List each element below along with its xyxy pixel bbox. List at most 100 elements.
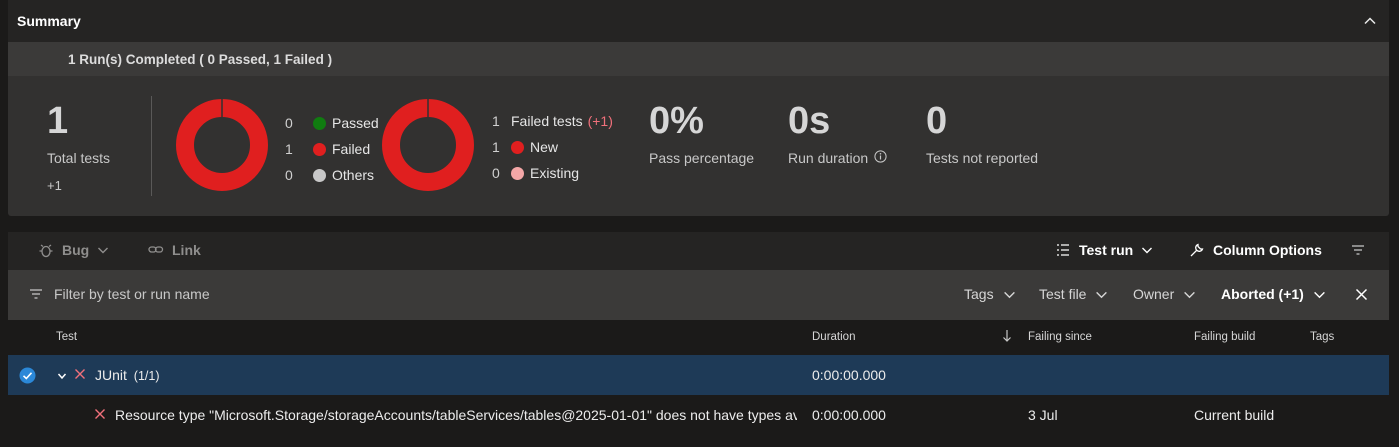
column-header-tags[interactable]: Tags xyxy=(1310,331,1334,343)
not-reported-metric: 0 Tests not reported xyxy=(926,102,1038,166)
outcome-filter-label: Aborted (+1) xyxy=(1221,286,1304,302)
table-row[interactable]: JUnit (1/1) 0:00:00.000 xyxy=(8,355,1389,395)
failed-dot-icon xyxy=(313,142,326,156)
total-tests-metric: 1 Total tests +1 xyxy=(47,102,110,193)
chevron-down-icon xyxy=(1142,247,1153,254)
owner-filter[interactable]: Owner xyxy=(1133,286,1196,302)
outcome-legend: 0 Passed 1 Failed 0 Others xyxy=(285,110,379,188)
legend-label: New xyxy=(530,139,559,155)
row-selected-checkbox[interactable] xyxy=(19,367,36,387)
column-header-failing-since[interactable]: Failing since xyxy=(1028,331,1092,343)
bug-label: Bug xyxy=(62,242,90,258)
info-icon[interactable] xyxy=(874,150,887,166)
run-duration-label: Run duration xyxy=(788,150,869,166)
legend-label: Passed xyxy=(332,115,379,131)
test-failing-since: 3 Jul xyxy=(1028,407,1058,423)
test-file-filter[interactable]: Test file xyxy=(1039,286,1108,302)
chevron-down-icon xyxy=(1003,291,1015,298)
test-file-filter-label: Test file xyxy=(1039,286,1087,302)
clear-filters-button[interactable] xyxy=(1355,288,1368,301)
link-icon xyxy=(148,246,164,253)
legend-count: 0 xyxy=(492,165,500,181)
run-duration-label-row: Run duration xyxy=(788,150,887,166)
test-run-dropdown[interactable]: Test run xyxy=(1055,242,1153,258)
sort-descending-icon[interactable] xyxy=(1002,329,1012,346)
link-button[interactable]: Link xyxy=(148,242,201,258)
failed-tests-delta: (+1) xyxy=(587,113,613,129)
summary-header: Summary xyxy=(8,0,1389,42)
owner-filter-label: Owner xyxy=(1133,286,1175,302)
legend-others: 0 Others xyxy=(285,162,379,188)
column-header-test[interactable]: Test xyxy=(56,331,77,343)
filter-icon xyxy=(30,289,42,299)
column-options-button[interactable]: Column Options xyxy=(1189,242,1322,258)
legend-count: 1 xyxy=(285,141,293,157)
legend-label: Others xyxy=(332,167,375,183)
chevron-down-icon xyxy=(1096,291,1108,298)
filter-toggle-button[interactable] xyxy=(1350,242,1366,258)
bug-icon xyxy=(39,244,53,258)
pass-percentage-value: 0% xyxy=(649,100,704,142)
legend-count: 1 xyxy=(492,139,500,155)
group-duration: 0:00:00.000 xyxy=(812,367,886,383)
filter-input[interactable] xyxy=(54,286,354,302)
legend-label: Failed tests xyxy=(511,113,583,129)
total-tests-label: Total tests xyxy=(47,150,111,166)
pass-percentage-metric: 0% Pass percentage xyxy=(649,102,754,166)
legend-passed: 0 Passed xyxy=(285,110,379,136)
table-row[interactable]: Resource type "Microsoft.Storage/storage… xyxy=(8,397,1389,437)
divider xyxy=(151,96,152,196)
group-count: (1/1) xyxy=(133,369,160,383)
run-duration-metric: 0s Run duration xyxy=(788,102,887,166)
passed-dot-icon xyxy=(313,116,326,130)
test-failing-build: Current build xyxy=(1194,407,1275,423)
failed-tests-legend: 1 Failed tests (+1) 1 New 0 Existing xyxy=(492,108,613,186)
legend-existing: 0 Existing xyxy=(492,160,613,186)
others-dot-icon xyxy=(313,168,326,182)
total-tests-delta: +1 xyxy=(47,178,62,193)
column-header-duration[interactable]: Duration xyxy=(812,331,855,343)
chevron-up-icon[interactable] xyxy=(1360,11,1380,31)
failed-tests-donut-chart xyxy=(382,99,474,191)
legend-count: 0 xyxy=(285,167,293,183)
legend-count: 1 xyxy=(492,113,500,129)
legend-label: Existing xyxy=(530,165,580,181)
chevron-down-icon[interactable] xyxy=(57,368,67,384)
tags-filter[interactable]: Tags xyxy=(964,286,1016,302)
close-icon xyxy=(1355,288,1368,301)
wrench-icon xyxy=(1190,243,1204,257)
pass-percentage-label: Pass percentage xyxy=(649,150,755,166)
failed-tests-header: 1 Failed tests (+1) xyxy=(492,108,613,134)
group-name-label: JUnit xyxy=(95,367,127,383)
existing-dot-icon xyxy=(511,166,524,180)
link-label: Link xyxy=(172,242,201,258)
summary-panel: 1 Total tests +1 0 Passed 1 Failed 0 Oth… xyxy=(8,76,1389,216)
not-reported-label: Tests not reported xyxy=(926,150,1039,166)
column-header-failing-build[interactable]: Failing build xyxy=(1194,331,1255,343)
chevron-down-icon xyxy=(1184,291,1196,298)
test-name: Resource type "Microsoft.Storage/storage… xyxy=(115,407,797,423)
failed-x-icon xyxy=(74,367,86,383)
filter-icon xyxy=(1352,245,1364,255)
list-icon xyxy=(1057,244,1069,256)
summary-title: Summary xyxy=(17,13,81,29)
legend-label: Failed xyxy=(332,141,371,157)
filter-bar: Tags Test file Owner Aborted (+1) xyxy=(8,270,1389,320)
not-reported-value: 0 xyxy=(926,100,948,142)
filter-search xyxy=(28,286,354,302)
total-tests-value: 1 xyxy=(47,100,69,142)
test-run-label: Test run xyxy=(1079,242,1134,258)
chevron-down-icon xyxy=(1313,291,1325,298)
group-name: JUnit (1/1) xyxy=(95,367,160,383)
legend-new: 1 New xyxy=(492,134,613,160)
tags-filter-label: Tags xyxy=(964,286,994,302)
run-duration-value: 0s xyxy=(788,100,831,142)
chevron-down-icon xyxy=(98,247,109,254)
outcome-filter[interactable]: Aborted (+1) xyxy=(1221,286,1326,302)
legend-count: 0 xyxy=(285,115,293,131)
bug-button[interactable]: Bug xyxy=(38,242,109,258)
failed-x-icon xyxy=(94,407,106,423)
results-toolbar: Bug Link Test run Column Options xyxy=(8,232,1389,270)
test-duration: 0:00:00.000 xyxy=(812,407,886,423)
new-dot-icon xyxy=(511,140,524,154)
